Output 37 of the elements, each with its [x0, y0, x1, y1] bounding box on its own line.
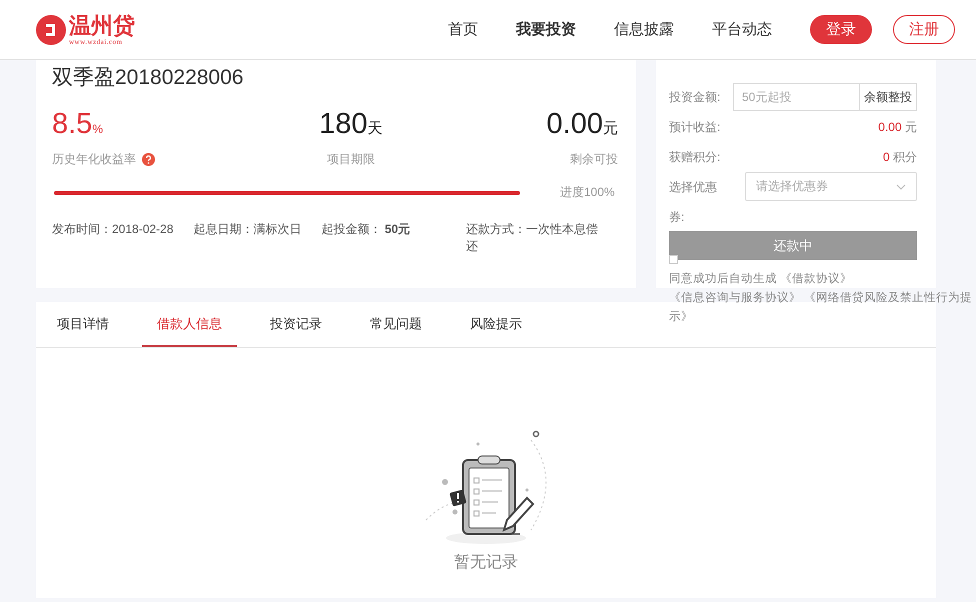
- bonus-points: 0 积分: [882, 148, 917, 166]
- tab[interactable]: 借款人信息: [142, 302, 237, 347]
- stat-value: 0.00元: [546, 108, 618, 142]
- register-button[interactable]: 注册: [893, 15, 955, 44]
- nav-link[interactable]: 我要投资: [516, 20, 576, 39]
- detail-text: 发布时间：2018-02-28: [52, 221, 174, 238]
- nav-link[interactable]: 首页: [448, 20, 478, 39]
- login-button[interactable]: 登录: [810, 15, 872, 44]
- empty-message: 暂无记录: [454, 552, 518, 573]
- field-label: 预计收益:: [669, 118, 720, 136]
- tab[interactable]: 投资记录: [255, 302, 337, 347]
- tab[interactable]: 项目详情: [42, 302, 124, 347]
- nav-link[interactable]: 平台动态: [712, 20, 772, 39]
- stat-label: 项目期限: [326, 151, 375, 168]
- expected-income: 0.00 元: [878, 118, 917, 136]
- stat-value: 180天: [319, 108, 382, 142]
- stat-label: 历史年化收益率: [52, 151, 136, 168]
- progress-reading: 进度100%: [560, 184, 615, 201]
- detail-text: 起息日期：满标次日: [193, 221, 302, 238]
- amount-field[interactable]: 50元起投 余额整投: [733, 83, 917, 111]
- loan-title: 双季盈20180228006: [52, 65, 244, 91]
- detail-text: 还款方式：一次性本息偿还: [466, 221, 600, 255]
- tab[interactable]: 常见问题: [355, 302, 437, 347]
- logo-name: 温州贷: [69, 14, 135, 38]
- stat-label: 剩余可投: [570, 151, 618, 168]
- help-icon[interactable]: [142, 153, 155, 166]
- stat-value: 8.5%: [52, 108, 103, 142]
- field-label: 选择优惠券:: [669, 179, 718, 226]
- logo-icon: [36, 14, 66, 44]
- nav-link[interactable]: 信息披露: [614, 20, 674, 39]
- field-label: 获赠积分:: [669, 148, 720, 166]
- tab[interactable]: 风险提示: [455, 302, 537, 347]
- agreement-text: 同意成功后自动生成 《借款协议》 《信息咨询与服务协议》 《网络借贷风险及禁止性行为提示》: [669, 271, 974, 325]
- chevron-down-icon: [896, 184, 906, 190]
- field-label: 投资金额:: [669, 88, 720, 106]
- detail-text: 起投金额： 50元: [321, 221, 410, 238]
- agree-checkbox[interactable]: [669, 255, 678, 264]
